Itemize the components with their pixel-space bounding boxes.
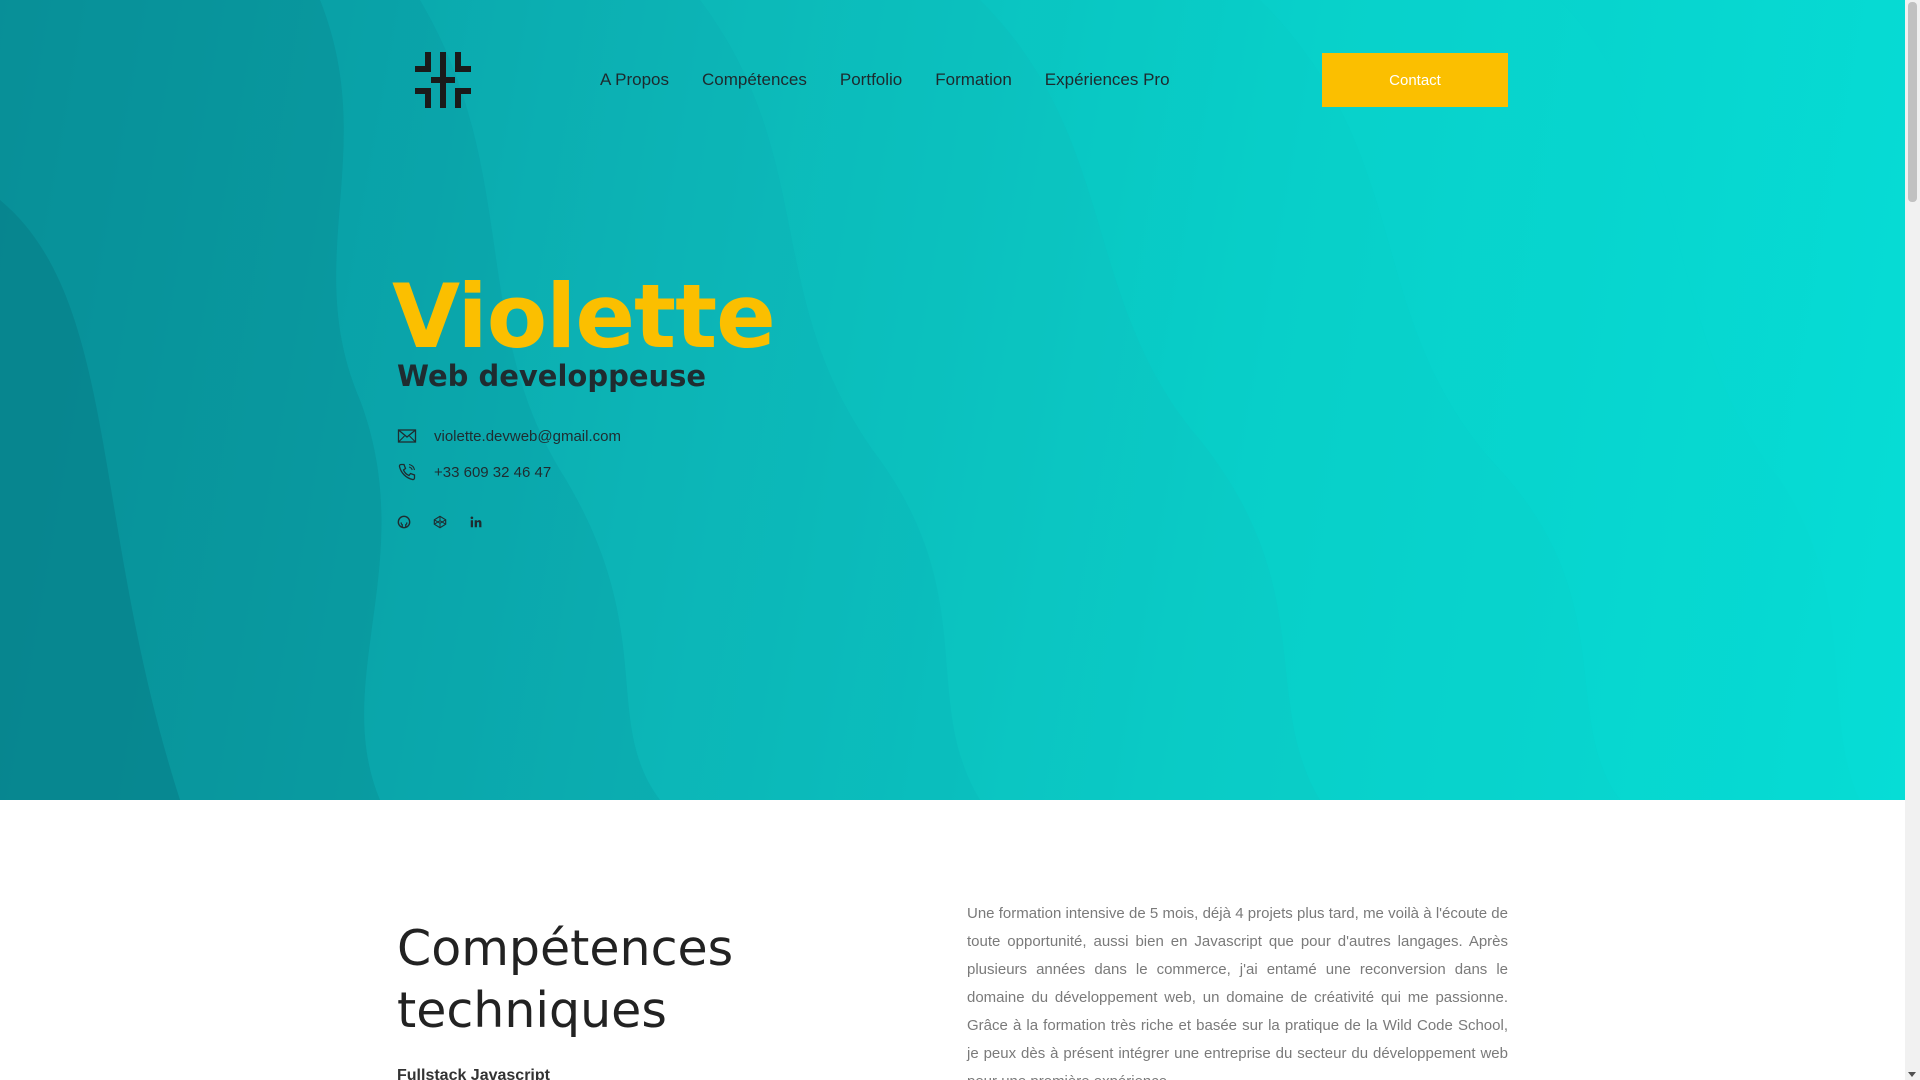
logo-icon[interactable] xyxy=(413,50,473,110)
hero-section xyxy=(0,0,1905,800)
hero-role: Web developpeuse xyxy=(397,359,707,393)
nav-item-competences[interactable]: Compétences xyxy=(702,68,807,94)
social-links xyxy=(397,515,505,529)
nav-item-label: A Propos xyxy=(600,70,669,89)
nav-item-label: Expériences Pro xyxy=(1044,70,1170,89)
phone-row[interactable]: +33 609 32 46 47 xyxy=(397,462,551,482)
envelope-icon xyxy=(397,429,417,443)
email-row[interactable]: violette.devweb@gmail.com xyxy=(397,426,621,446)
nav-item-label: Formation xyxy=(935,70,1012,89)
nav-item-label: Compétences xyxy=(702,70,807,89)
nav-item-formation[interactable]: Formation xyxy=(935,68,1012,94)
contact-button[interactable]: Contact xyxy=(1322,53,1508,107)
nav-item-portfolio[interactable]: Portfolio xyxy=(840,68,902,94)
email-text: violette.devweb@gmail.com xyxy=(434,427,621,445)
nav-item-label: Portfolio xyxy=(839,70,903,89)
github-icon[interactable] xyxy=(397,515,411,529)
phone-icon xyxy=(398,463,416,481)
scroll-down-arrow-icon[interactable] xyxy=(1908,1072,1916,1077)
linkedin-icon[interactable] xyxy=(469,515,483,529)
hero-wave-background xyxy=(0,0,1860,800)
scrollbar-thumb[interactable] xyxy=(1908,2,1917,202)
nav-item-experiences-pro[interactable]: Expériences Pro xyxy=(1045,68,1170,94)
page-scrollbar[interactable] xyxy=(1905,0,1920,1080)
about-paragraph: Une formation intensive de 5 mois, déjà … xyxy=(967,905,1508,1080)
nav-item-a-propos[interactable]: A Propos xyxy=(586,68,683,94)
codepen-icon[interactable] xyxy=(433,515,447,529)
skills-heading: Compétences techniques xyxy=(397,920,734,1039)
phone-text: +33 609 32 46 47 xyxy=(434,463,552,481)
skills-subtitle: Fullstack Javascript xyxy=(397,1067,550,1080)
main-nav: A Propos Compétences Portfolio Formation… xyxy=(586,68,1203,94)
